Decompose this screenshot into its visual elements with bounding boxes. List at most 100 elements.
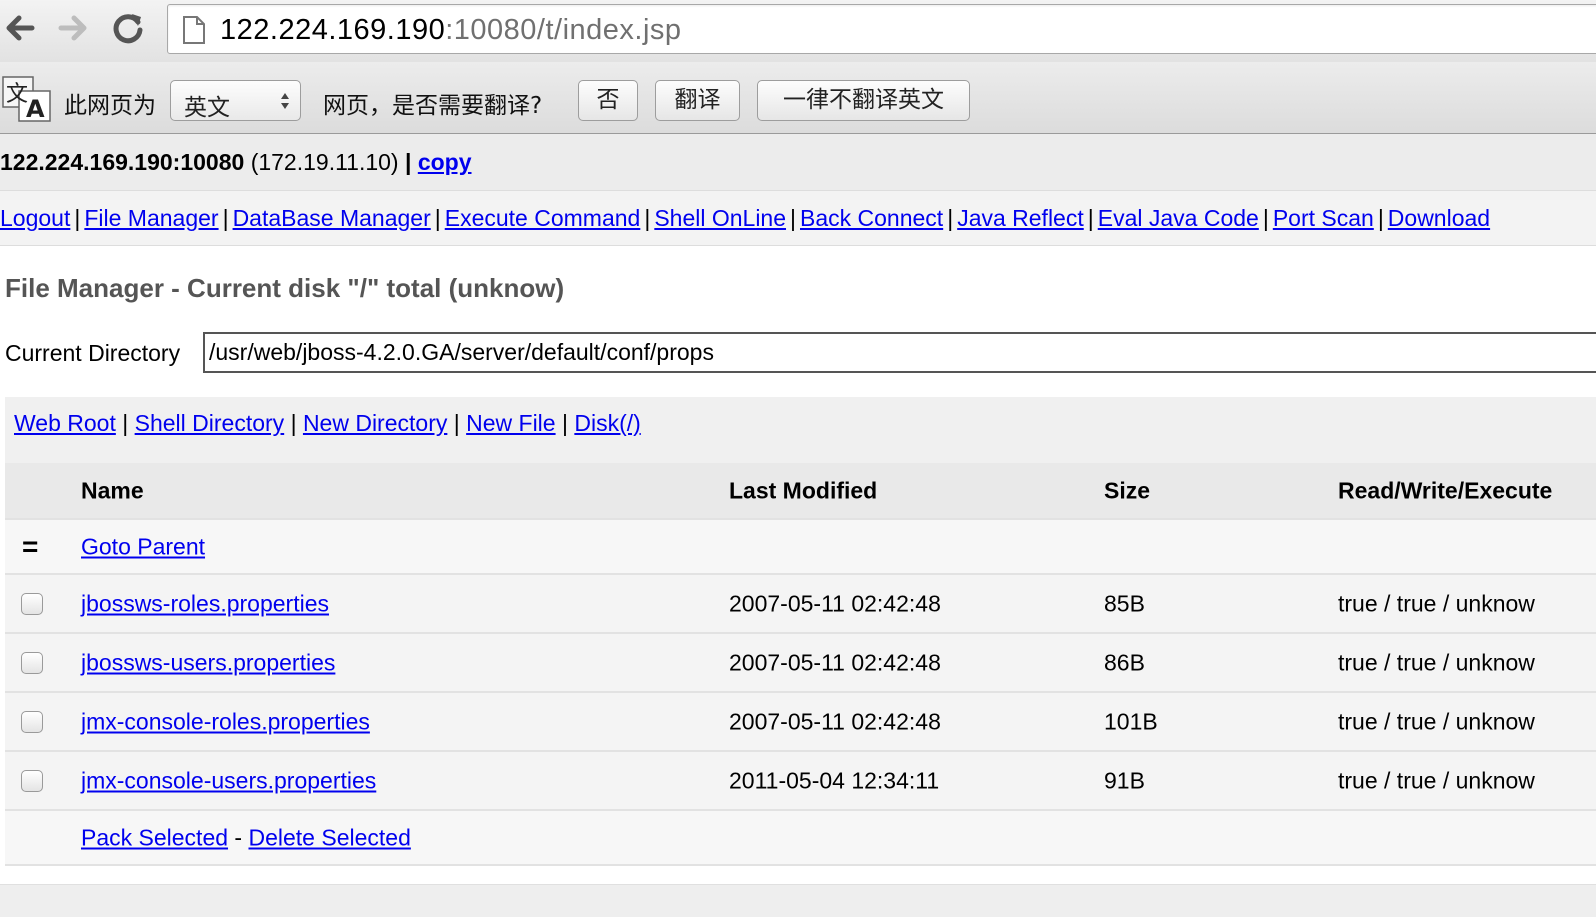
- copy-link[interactable]: copy: [418, 149, 472, 175]
- file-modified: 2011-05-04 12:34:11: [729, 767, 940, 793]
- link-separator: |: [561, 410, 568, 436]
- link-separator: |: [122, 410, 129, 436]
- url-host: 122.224.169.190: [220, 14, 446, 46]
- host-address: 122.224.169.190:10080: [0, 149, 245, 175]
- column-header-permissions: Read/Write/Execute: [1338, 477, 1553, 503]
- file-permissions: true / true / unknow: [1338, 590, 1535, 616]
- page-content: 122.224.169.190:10080 (172.19.11.10) | c…: [0, 134, 1596, 917]
- menu-database-manager[interactable]: DataBase Manager: [233, 205, 431, 231]
- menu-port-scan[interactable]: Port Scan: [1273, 205, 1374, 231]
- reload-icon: [113, 14, 143, 44]
- current-directory-label: Current Directory: [5, 340, 181, 366]
- menu-java-reflect[interactable]: Java Reflect: [957, 205, 1084, 231]
- new-file-link[interactable]: New File: [466, 410, 555, 436]
- file-name-link[interactable]: jbossws-users.properties: [81, 649, 335, 676]
- reload-button[interactable]: [108, 8, 148, 48]
- translate-icon: 文 A: [2, 76, 52, 123]
- file-name-link[interactable]: jbossws-roles.properties: [81, 590, 329, 617]
- goto-parent-link[interactable]: Goto Parent: [81, 533, 205, 560]
- file-modified: 2007-05-11 02:42:48: [729, 708, 941, 734]
- table-row: jmx-console-roles.properties 2007-05-11 …: [5, 693, 1596, 752]
- disk-root-link[interactable]: Disk(/): [574, 410, 640, 436]
- menu-separator: |: [947, 205, 954, 231]
- file-modified: 2007-05-11 02:42:48: [729, 590, 941, 616]
- browser-toolbar: 122.224.169.190:10080/t/index.jsp: [0, 0, 1596, 63]
- address-bar[interactable]: 122.224.169.190:10080/t/index.jsp: [167, 4, 1596, 54]
- file-checkbox[interactable]: [21, 769, 43, 792]
- menu-separator: |: [1262, 205, 1269, 231]
- page-icon: [183, 16, 205, 44]
- page-bottom-bar: [0, 884, 1596, 917]
- shell-directory-link[interactable]: Shell Directory: [135, 410, 285, 436]
- translate-icon-char-2: A: [26, 95, 45, 122]
- delete-selected-link[interactable]: Delete Selected: [248, 824, 410, 850]
- current-directory-input[interactable]: [203, 332, 1596, 373]
- url-path: :10080/t/index.jsp: [445, 14, 682, 46]
- file-name-link[interactable]: jmx-console-roles.properties: [81, 708, 370, 735]
- url-text: 122.224.169.190:10080/t/index.jsp: [220, 14, 682, 47]
- bulk-actions: Pack Selected - Delete Selected: [81, 824, 411, 851]
- language-select-value: 英文: [184, 95, 230, 121]
- column-header-name: Name: [81, 477, 144, 503]
- translate-prefix: 此网页为: [64, 93, 156, 119]
- back-button[interactable]: [0, 8, 40, 48]
- file-permissions: true / true / unknow: [1338, 649, 1535, 675]
- file-permissions: true / true / unknow: [1338, 708, 1535, 734]
- menu-separator: |: [1377, 205, 1384, 231]
- new-directory-link[interactable]: New Directory: [303, 410, 447, 436]
- file-size: 85B: [1104, 590, 1145, 616]
- select-updown-icon: [281, 93, 289, 109]
- menu-file-manager[interactable]: File Manager: [84, 205, 218, 231]
- menu-separator: |: [222, 205, 229, 231]
- column-header-modified: Last Modified: [729, 477, 878, 503]
- file-size: 101B: [1104, 708, 1158, 734]
- column-header-size: Size: [1104, 477, 1151, 503]
- table-footer: Pack Selected - Delete Selected: [5, 811, 1596, 866]
- file-manager-title: File Manager - Current disk "/" total (u…: [5, 273, 565, 303]
- forward-arrow-icon: [58, 15, 87, 41]
- file-size: 86B: [1104, 649, 1145, 675]
- forward-button[interactable]: [53, 8, 93, 48]
- file-modified: 2007-05-11 02:42:48: [729, 649, 941, 675]
- menu-back-connect[interactable]: Back Connect: [800, 205, 943, 231]
- directory-links: Web Root | Shell Directory | New Directo…: [5, 397, 1596, 463]
- file-permissions: true / true / unknow: [1338, 767, 1535, 793]
- menu-logout[interactable]: Logout: [0, 205, 70, 231]
- host-separator: |: [404, 149, 412, 175]
- translate-button[interactable]: 翻译: [655, 80, 740, 121]
- language-select[interactable]: 英文: [170, 80, 301, 121]
- main-menu: Logout | File Manager | DataBase Manager | Exe…: [0, 190, 1596, 246]
- table-header: Name Last Modified Size Read/Write/Execu…: [5, 463, 1596, 520]
- internal-ip: (172.19.11.10): [250, 149, 399, 175]
- menu-separator: |: [1087, 205, 1094, 231]
- file-size: 91B: [1104, 767, 1145, 793]
- menu-separator: |: [644, 205, 651, 231]
- file-checkbox[interactable]: [21, 651, 43, 674]
- table-row: jbossws-roles.properties 2007-05-11 02:4…: [5, 575, 1596, 634]
- link-separator: |: [453, 410, 460, 436]
- file-checkbox[interactable]: [21, 592, 43, 615]
- back-arrow-icon: [6, 15, 35, 41]
- menu-shell-online[interactable]: Shell OnLine: [654, 205, 786, 231]
- host-info-bar: 122.224.169.190:10080 (172.19.11.10) | c…: [0, 134, 1596, 190]
- never-translate-button[interactable]: 一律不翻译英文: [757, 80, 970, 121]
- menu-separator: |: [790, 205, 796, 231]
- action-separator: -: [234, 824, 243, 850]
- menu-separator: |: [434, 205, 441, 231]
- file-name-link[interactable]: jmx-console-users.properties: [81, 767, 376, 794]
- pack-selected-link[interactable]: Pack Selected: [81, 824, 228, 850]
- table-row: jmx-console-users.properties 2011-05-04 …: [5, 752, 1596, 811]
- menu-execute-command[interactable]: Execute Command: [445, 205, 641, 231]
- link-separator: |: [290, 410, 297, 436]
- web-root-link[interactable]: Web Root: [14, 410, 116, 436]
- menu-eval-java-code[interactable]: Eval Java Code: [1098, 205, 1259, 231]
- translate-icon-char-1: 文: [6, 82, 28, 107]
- menu-separator: |: [74, 205, 81, 231]
- file-table: Name Last Modified Size Read/Write/Execu…: [5, 463, 1596, 866]
- goto-parent-row: = Goto Parent: [5, 520, 1596, 575]
- menu-download[interactable]: Download: [1388, 205, 1490, 231]
- translate-infobar: 文 A 此网页为 英文 网页，是否需要翻译? 否 翻译 一律不翻译英文: [0, 62, 1596, 134]
- translate-question: 网页，是否需要翻译?: [323, 93, 543, 119]
- file-checkbox[interactable]: [21, 710, 43, 733]
- no-button[interactable]: 否: [578, 80, 638, 121]
